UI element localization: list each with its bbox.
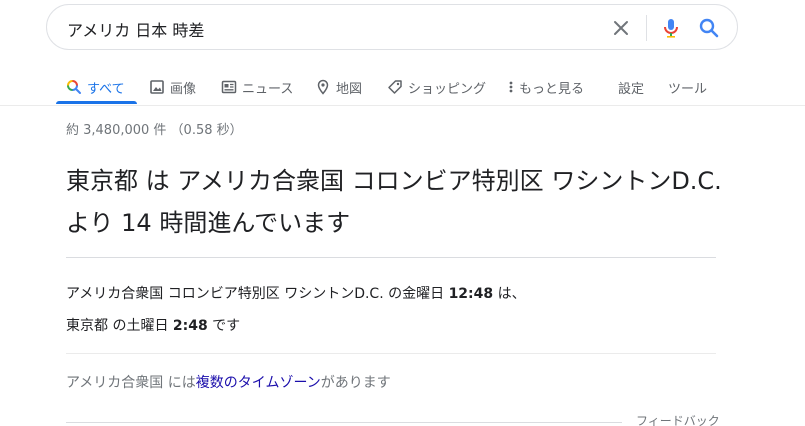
time-difference-answer: 東京都 は アメリカ合衆国 コロンビア特別区 ワシントンD.C. より 14 時… — [66, 160, 726, 244]
tab-tools[interactable]: ツール — [668, 72, 707, 102]
tab-settings[interactable]: 設定 — [618, 72, 644, 102]
tab-tools-label: ツール — [668, 81, 708, 97]
answer-line-1: 東京都 は アメリカ合衆国 コロンビア特別区 ワシントンD.C. — [66, 167, 722, 195]
search-icon[interactable] — [697, 16, 721, 40]
tab-more[interactable]: もっと見る — [507, 72, 584, 102]
tab-more-label: もっと見る — [519, 81, 585, 97]
timezone-note-suffix: があります — [320, 375, 391, 391]
microphone-icon[interactable] — [659, 16, 683, 40]
search-box[interactable]: アメリカ 日本 時差 — [46, 4, 738, 50]
image-icon — [149, 79, 165, 95]
answer-line-2: より 14 時間進んでいます — [66, 209, 351, 237]
tab-news[interactable]: ニュース — [221, 72, 293, 102]
detail-row-washington: アメリカ合衆国 コロンビア特別区 ワシントンD.C. の金曜日 12:48 は、 — [66, 283, 526, 303]
tab-news-label: ニュース — [242, 81, 294, 97]
news-icon — [221, 79, 237, 95]
detail-divider — [66, 353, 716, 354]
map-pin-icon — [315, 79, 331, 95]
detail-row-2-prefix: 東京都 の土曜日 — [66, 318, 173, 334]
feedback-divider — [66, 422, 622, 423]
timezone-note-prefix: アメリカ合衆国 には — [66, 375, 196, 391]
tab-shopping-label: ショッピング — [408, 81, 487, 97]
search-divider — [646, 15, 647, 41]
tab-shopping[interactable]: ショッピング — [387, 72, 486, 102]
more-vert-icon — [507, 79, 515, 95]
tab-all-label: すべて — [87, 81, 125, 97]
tabs-divider — [0, 105, 805, 106]
detail-row-1-suffix: は、 — [493, 286, 526, 302]
detail-row-2-suffix: です — [207, 318, 241, 334]
active-tab-indicator — [56, 101, 137, 104]
clear-icon[interactable] — [610, 17, 632, 39]
search-tabs: すべて 画像 ニュース 地図 ショッピング もっと見る 設定 ツール — [0, 62, 805, 106]
answer-divider — [66, 257, 716, 258]
result-stats: 約 3,480,000 件 （0.58 秒） — [66, 123, 243, 138]
tab-images[interactable]: 画像 — [149, 72, 196, 102]
detail-row-tokyo: 東京都 の土曜日 2:48 です — [66, 315, 240, 335]
search-multicolor-icon — [66, 79, 82, 95]
tab-all[interactable]: すべて — [66, 72, 125, 102]
detail-row-1-prefix: アメリカ合衆国 コロンビア特別区 ワシントンD.C. の金曜日 — [66, 286, 449, 302]
feedback-link[interactable]: フィードバック — [636, 412, 720, 426]
washington-time: 12:48 — [448, 286, 494, 302]
timezone-note: アメリカ合衆国 には複数のタイムゾーンがあります — [66, 372, 391, 392]
search-input[interactable]: アメリカ 日本 時差 — [67, 17, 204, 41]
tokyo-time: 2:48 — [172, 318, 208, 334]
tab-images-label: 画像 — [170, 81, 197, 97]
tab-settings-label: 設定 — [618, 81, 645, 97]
tab-maps-label: 地図 — [336, 81, 363, 97]
tab-maps[interactable]: 地図 — [315, 72, 362, 102]
tag-icon — [387, 79, 403, 95]
multiple-timezones-link[interactable]: 複数のタイムゾーン — [196, 375, 321, 391]
